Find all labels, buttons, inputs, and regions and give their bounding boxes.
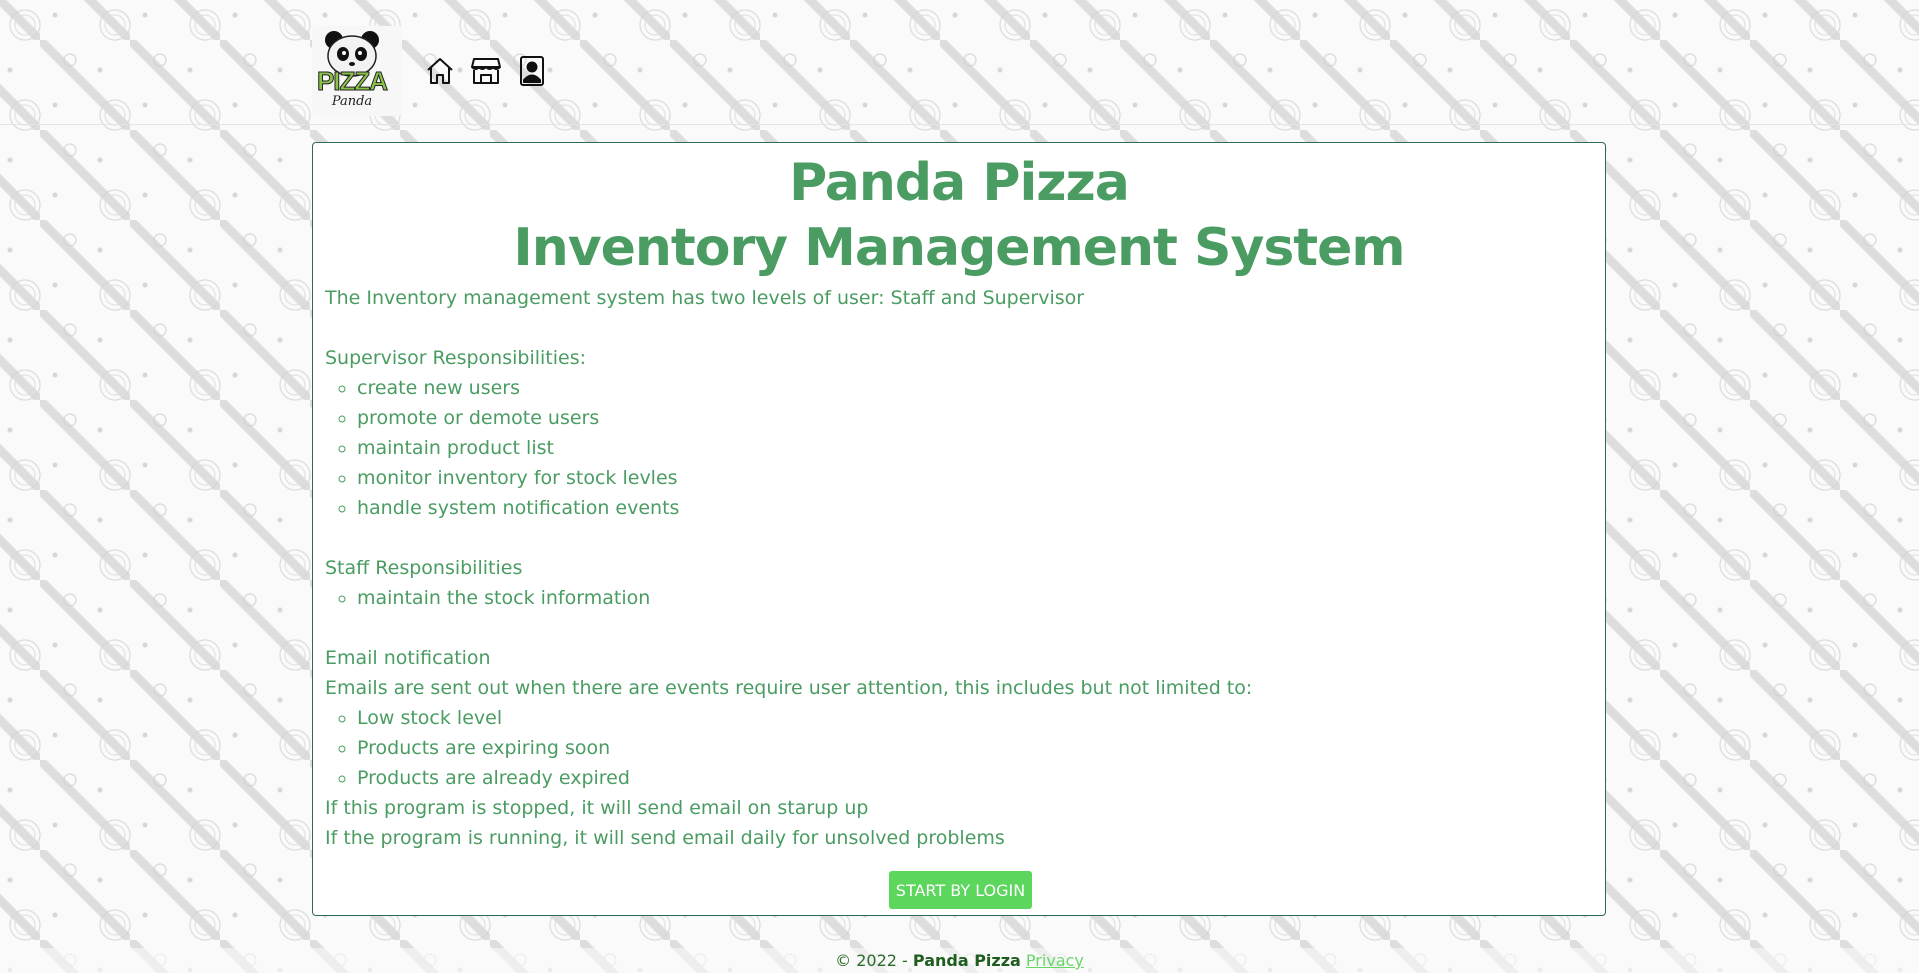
logo-subtext: Panda (331, 94, 373, 109)
store-icon[interactable] (470, 55, 502, 87)
email-intro: Emails are sent out when there are event… (325, 677, 1253, 699)
description: The Inventory management system has two … (325, 283, 1593, 853)
list-item: maintain product list (357, 433, 1593, 463)
list-item: monitor inventory for stock levles (357, 463, 1593, 493)
logo-text: PIZZA (316, 66, 388, 97)
privacy-link[interactable]: Privacy (1026, 951, 1084, 970)
email-heading: Email notification (325, 647, 491, 669)
supervisor-heading: Supervisor Responsibilities: (325, 347, 587, 369)
supervisor-list: create new users promote or demote users… (325, 373, 1593, 523)
list-item: promote or demote users (357, 403, 1593, 433)
list-item: Low stock level (357, 703, 1593, 733)
list-item: create new users (357, 373, 1593, 403)
list-item: maintain the stock information (357, 583, 1593, 613)
staff-list: maintain the stock information (325, 583, 1593, 613)
footer-copyright: © 2022 - (835, 951, 908, 970)
note-stopped: If this program is stopped, it will send… (325, 797, 869, 819)
note-running: If the program is running, it will send … (325, 827, 1005, 849)
intro-text: The Inventory management system has two … (325, 287, 1085, 309)
home-icon[interactable] (424, 55, 456, 87)
page-title-line1: Panda Pizza (789, 153, 1130, 213)
email-list: Low stock level Products are expiring so… (325, 703, 1593, 793)
list-item: handle system notification events (357, 493, 1593, 523)
content-card: Panda Pizza Inventory Management System … (312, 142, 1606, 916)
navbar: PIZZA Panda (0, 0, 1919, 125)
list-item: Products are expiring soon (357, 733, 1593, 763)
contact-card-icon[interactable] (516, 55, 548, 87)
footer-brand: Panda Pizza (912, 951, 1021, 970)
footer: © 2022 - Panda Pizza Privacy (0, 948, 1919, 973)
start-by-login-button[interactable]: START BY LOGIN (889, 871, 1032, 909)
staff-heading: Staff Responsibilities (325, 557, 523, 579)
list-item: Products are already expired (357, 763, 1593, 793)
page-title-line2: Inventory Management System (513, 218, 1405, 278)
panda-pizza-logo[interactable]: PIZZA Panda (312, 26, 402, 116)
